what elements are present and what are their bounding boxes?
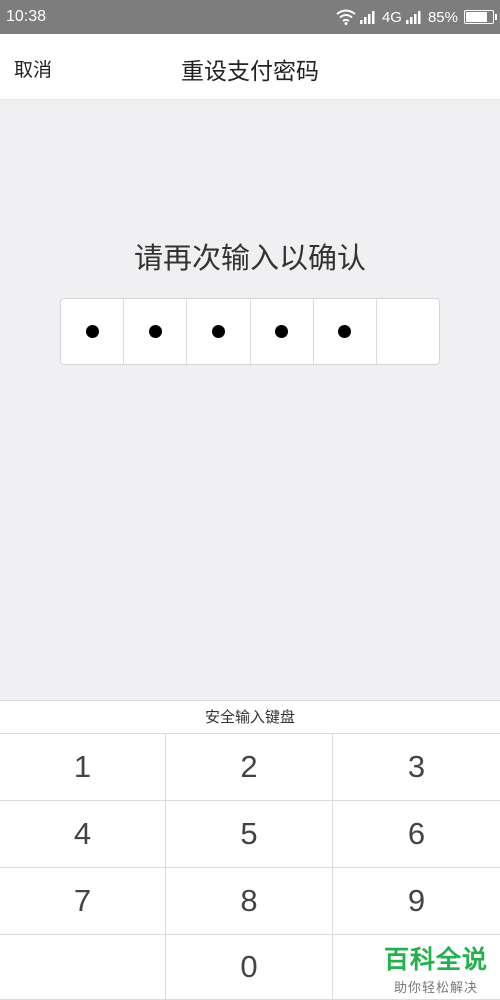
keyboard-title: 安全输入键盘: [0, 700, 500, 734]
pin-cell: [314, 299, 377, 364]
pin-dot: [85, 325, 99, 338]
status-time: 10:38: [6, 8, 47, 25]
battery-percent: 85%: [427, 8, 458, 26]
key-blank: [0, 935, 166, 1000]
watermark-logo: 百科全说 助你轻松解决: [384, 940, 488, 996]
key-9[interactable]: 9: [333, 868, 500, 935]
watermark-title: 百科全说: [383, 945, 488, 974]
pin-cell: [61, 299, 125, 364]
key-2[interactable]: 2: [166, 734, 333, 801]
page-title: 重设支付密码: [181, 59, 319, 85]
pin-dot: [275, 325, 289, 338]
key-0[interactable]: 0: [166, 935, 333, 1000]
watermark-subtitle: 助你轻松解决: [393, 981, 478, 996]
key-7[interactable]: 7: [0, 868, 166, 935]
key-1[interactable]: 1: [0, 734, 166, 801]
status-bar: 10:38 4G 85%: [0, 0, 500, 34]
pin-cell: [124, 299, 188, 364]
wifi-icon: [336, 9, 356, 25]
key-6[interactable]: 6: [333, 801, 500, 868]
key-5[interactable]: 5: [166, 801, 333, 868]
battery-icon: [464, 10, 497, 24]
signal-icon-secondary: [405, 11, 421, 24]
pin-cell: [187, 299, 251, 364]
key-8[interactable]: 8: [166, 868, 333, 935]
battery-fill: [466, 12, 488, 22]
pin-cell: [251, 299, 314, 364]
pin-input[interactable]: [60, 298, 440, 365]
pin-dot: [211, 325, 225, 338]
pin-dot: [338, 325, 352, 338]
signal-icon: [359, 11, 375, 24]
network-type: 4G: [381, 8, 402, 26]
nav-bar: 取消 重设支付密码: [0, 34, 500, 100]
key-3[interactable]: 3: [333, 734, 500, 801]
pin-cell: [377, 299, 439, 364]
status-icons: 4G 85%: [336, 8, 497, 26]
pin-dot: [148, 325, 162, 338]
confirm-prompt: 请再次输入以确认: [133, 241, 366, 275]
key-4[interactable]: 4: [0, 801, 166, 868]
